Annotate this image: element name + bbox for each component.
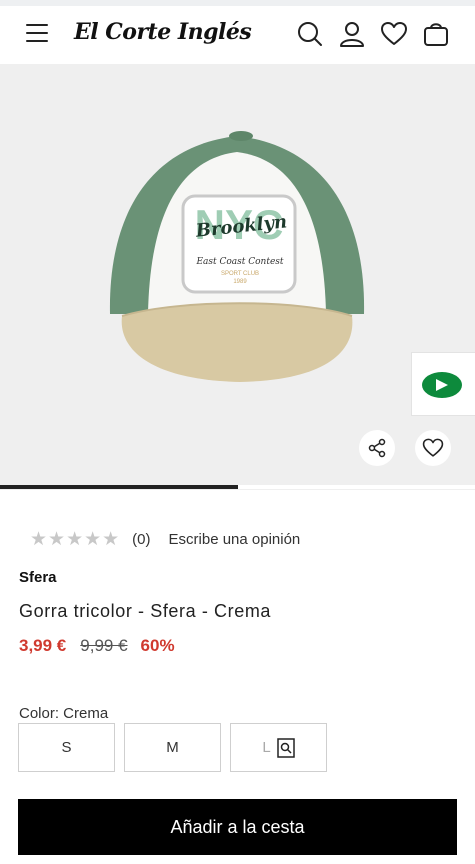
rating-count: (0) bbox=[132, 530, 151, 548]
bag-icon[interactable] bbox=[422, 20, 450, 48]
search-icon[interactable] bbox=[296, 20, 324, 48]
heart-icon[interactable] bbox=[380, 20, 408, 48]
size-label: L bbox=[262, 739, 271, 756]
product-rating: ★★★★★ (0) Escribe una opinión bbox=[30, 528, 300, 550]
video-play-button[interactable] bbox=[411, 352, 475, 416]
add-to-cart-button[interactable]: Añadir a la cesta bbox=[18, 799, 457, 855]
gallery-progress-fill bbox=[0, 485, 238, 489]
product-image[interactable]: NYC Brooklyn East Coast Contest SPORT CL… bbox=[0, 64, 475, 490]
cap-illustration: NYC Brooklyn East Coast Contest SPORT CL… bbox=[109, 131, 365, 382]
gallery-progress bbox=[0, 485, 475, 489]
site-logo[interactable]: El Corte Inglés bbox=[74, 19, 252, 45]
user-icon[interactable] bbox=[338, 20, 366, 48]
heart-icon bbox=[422, 438, 444, 457]
write-review-link[interactable]: Escribe una opinión bbox=[169, 531, 301, 548]
notify-search-icon bbox=[276, 737, 295, 758]
patch-year: 1989 bbox=[233, 279, 247, 285]
original-price: 9,99 € bbox=[80, 636, 128, 655]
favorite-button[interactable] bbox=[415, 430, 451, 466]
size-option-l[interactable]: L bbox=[230, 723, 327, 772]
site-header: El Corte Inglés bbox=[0, 6, 475, 64]
color-label: Color: Crema bbox=[19, 705, 109, 722]
size-label: S bbox=[61, 739, 72, 756]
menu-icon[interactable] bbox=[26, 24, 48, 44]
share-icon bbox=[368, 438, 386, 458]
size-option-s[interactable]: S bbox=[18, 723, 115, 772]
product-title: Gorra tricolor - Sfera - Crema bbox=[19, 601, 272, 621]
patch-club: SPORT CLUB bbox=[221, 271, 259, 277]
discount-badge: 60% bbox=[140, 636, 175, 655]
size-option-m[interactable]: M bbox=[124, 723, 221, 772]
play-icon bbox=[422, 372, 462, 398]
share-button[interactable] bbox=[359, 430, 395, 466]
price-row: 3,99 € 9,99 € 60% bbox=[19, 636, 175, 656]
size-label: M bbox=[166, 739, 179, 756]
rating-stars: ★★★★★ bbox=[30, 528, 121, 550]
size-selector: S M L bbox=[18, 723, 336, 772]
product-brand[interactable]: Sfera bbox=[19, 569, 57, 586]
patch-sub: East Coast Contest bbox=[195, 257, 283, 267]
current-price: 3,99 € bbox=[19, 636, 67, 655]
